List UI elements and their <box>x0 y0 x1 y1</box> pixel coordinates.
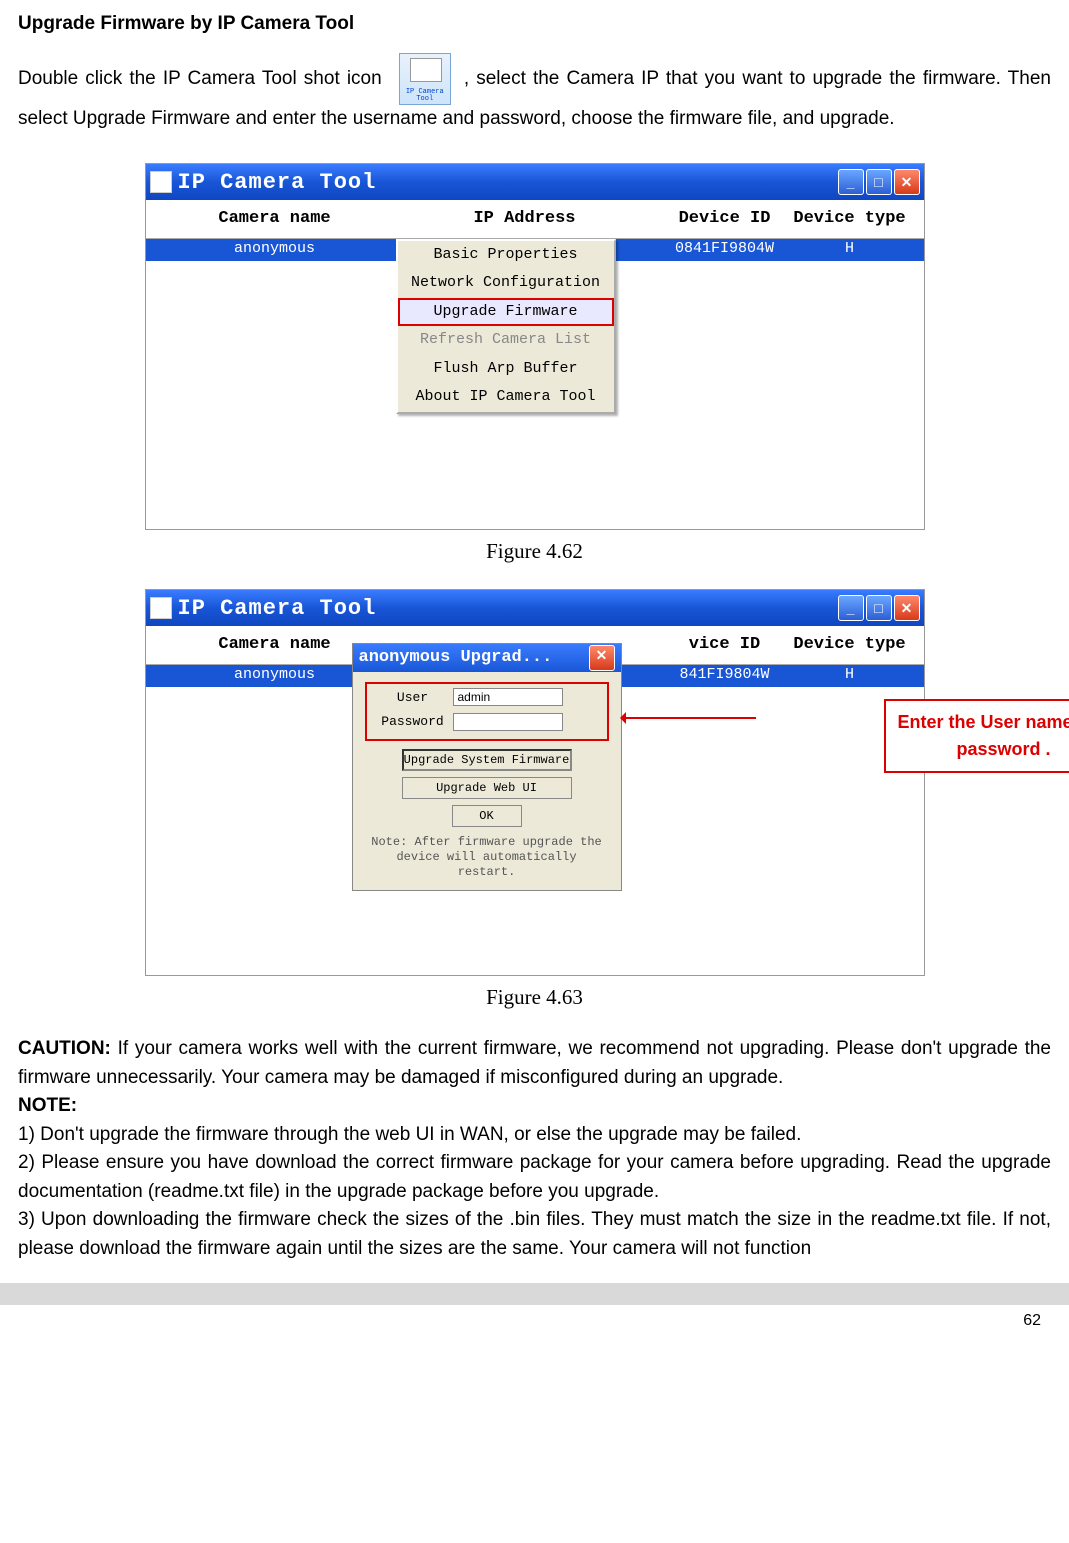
menu-flush-arp[interactable]: Flush Arp Buffer <box>398 355 614 384</box>
menu-basic-properties[interactable]: Basic Properties <box>398 241 614 270</box>
intro-paragraph: Double click the IP Camera Tool shot ico… <box>18 53 1051 134</box>
window-buttons: _ □ ✕ <box>838 169 920 195</box>
row-id: 0841FI9804W <box>660 238 790 261</box>
col-device-id: vice ID <box>660 632 790 658</box>
caution-text: If your camera works well with the curre… <box>18 1038 1051 1088</box>
window-body: anonymous 841FI9804W H anonymous Upgrad.… <box>146 665 924 975</box>
intro-text-before: Double click the IP Camera Tool shot ico… <box>18 68 389 89</box>
note-1: 1) Don't upgrade the firmware through th… <box>18 1121 1051 1150</box>
ok-button[interactable]: OK <box>452 805 522 827</box>
callout-arrow <box>622 717 756 719</box>
close-button[interactable]: ✕ <box>894 169 920 195</box>
window-buttons: _ □ ✕ <box>838 595 920 621</box>
password-input[interactable] <box>453 713 563 731</box>
menu-refresh-list[interactable]: Refresh Camera List <box>398 326 614 355</box>
row-type: H <box>790 664 910 687</box>
note-label: NOTE: <box>18 1092 1051 1121</box>
minimize-button[interactable]: _ <box>838 595 864 621</box>
close-button[interactable]: ✕ <box>894 595 920 621</box>
ip-camera-tool-window: IP Camera Tool _ □ ✕ Camera name IP Addr… <box>145 163 925 530</box>
caution-paragraph: CAUTION: If your camera works well with … <box>18 1035 1051 1092</box>
dialog-title: anonymous Upgrad... ✕ <box>353 644 621 672</box>
column-headers: Camera name IP Address Device ID Device … <box>146 200 924 239</box>
page-number: 62 <box>18 1305 1051 1343</box>
section-heading: Upgrade Firmware by IP Camera Tool <box>18 10 1051 39</box>
password-label: Password <box>373 712 453 732</box>
app-icon <box>150 171 172 193</box>
figure-4-63: IP Camera Tool _ □ ✕ Camera name vice ID… <box>18 589 1051 1013</box>
col-device-type: Device type <box>790 206 910 232</box>
note-2: 2) Please ensure you have download the c… <box>18 1149 1051 1206</box>
figure-4-62: IP Camera Tool _ □ ✕ Camera name IP Addr… <box>18 163 1051 567</box>
app-icon <box>150 597 172 619</box>
row-name: anonymous <box>160 238 390 261</box>
context-menu: Basic Properties Network Configuration U… <box>396 239 616 414</box>
row-type: H <box>790 238 910 261</box>
col-ip-address: IP Address <box>390 206 660 232</box>
caution-label: CAUTION: <box>18 1038 111 1059</box>
dialog-title-text: anonymous Upgrad... <box>359 645 553 671</box>
ip-camera-tool-window-2: IP Camera Tool _ □ ✕ Camera name vice ID… <box>145 589 925 976</box>
callout-box: Enter the User name and password . <box>884 699 1069 773</box>
upgrade-system-firmware-button[interactable]: Upgrade System Firmware <box>402 749 572 771</box>
dialog-close-button[interactable]: ✕ <box>589 645 615 671</box>
note-3: 3) Upon downloading the firmware check t… <box>18 1206 1051 1263</box>
ip-camera-tool-icon <box>399 53 451 105</box>
window-title: IP Camera Tool <box>178 592 377 625</box>
dialog-body: User Password Upgrade System Firmware Up… <box>353 672 621 890</box>
row-id: 841FI9804W <box>660 664 790 687</box>
user-label: User <box>373 688 453 708</box>
footer-bar <box>0 1283 1069 1305</box>
menu-about[interactable]: About IP Camera Tool <box>398 383 614 412</box>
window-body: anonymous Http:// 0841FI9804W H Basic Pr… <box>146 239 924 529</box>
maximize-button[interactable]: □ <box>866 595 892 621</box>
maximize-button[interactable]: □ <box>866 169 892 195</box>
col-camera-name: Camera name <box>160 206 390 232</box>
minimize-button[interactable]: _ <box>838 169 864 195</box>
upgrade-web-ui-button[interactable]: Upgrade Web UI <box>402 777 572 799</box>
user-input[interactable] <box>453 688 563 706</box>
dialog-note: Note: After firmware upgrade the device … <box>365 835 609 880</box>
window-titlebar: IP Camera Tool _ □ ✕ <box>146 164 924 200</box>
upgrade-dialog: anonymous Upgrad... ✕ User Password <box>352 643 622 891</box>
figure-caption: Figure 4.62 <box>18 536 1051 568</box>
credentials-box: User Password <box>365 682 609 741</box>
menu-upgrade-firmware[interactable]: Upgrade Firmware <box>398 298 614 327</box>
figure-caption: Figure 4.63 <box>18 982 1051 1014</box>
window-titlebar: IP Camera Tool _ □ ✕ <box>146 590 924 626</box>
menu-network-config[interactable]: Network Configuration <box>398 269 614 298</box>
col-device-type: Device type <box>790 632 910 658</box>
col-device-id: Device ID <box>660 206 790 232</box>
window-title: IP Camera Tool <box>178 166 377 199</box>
